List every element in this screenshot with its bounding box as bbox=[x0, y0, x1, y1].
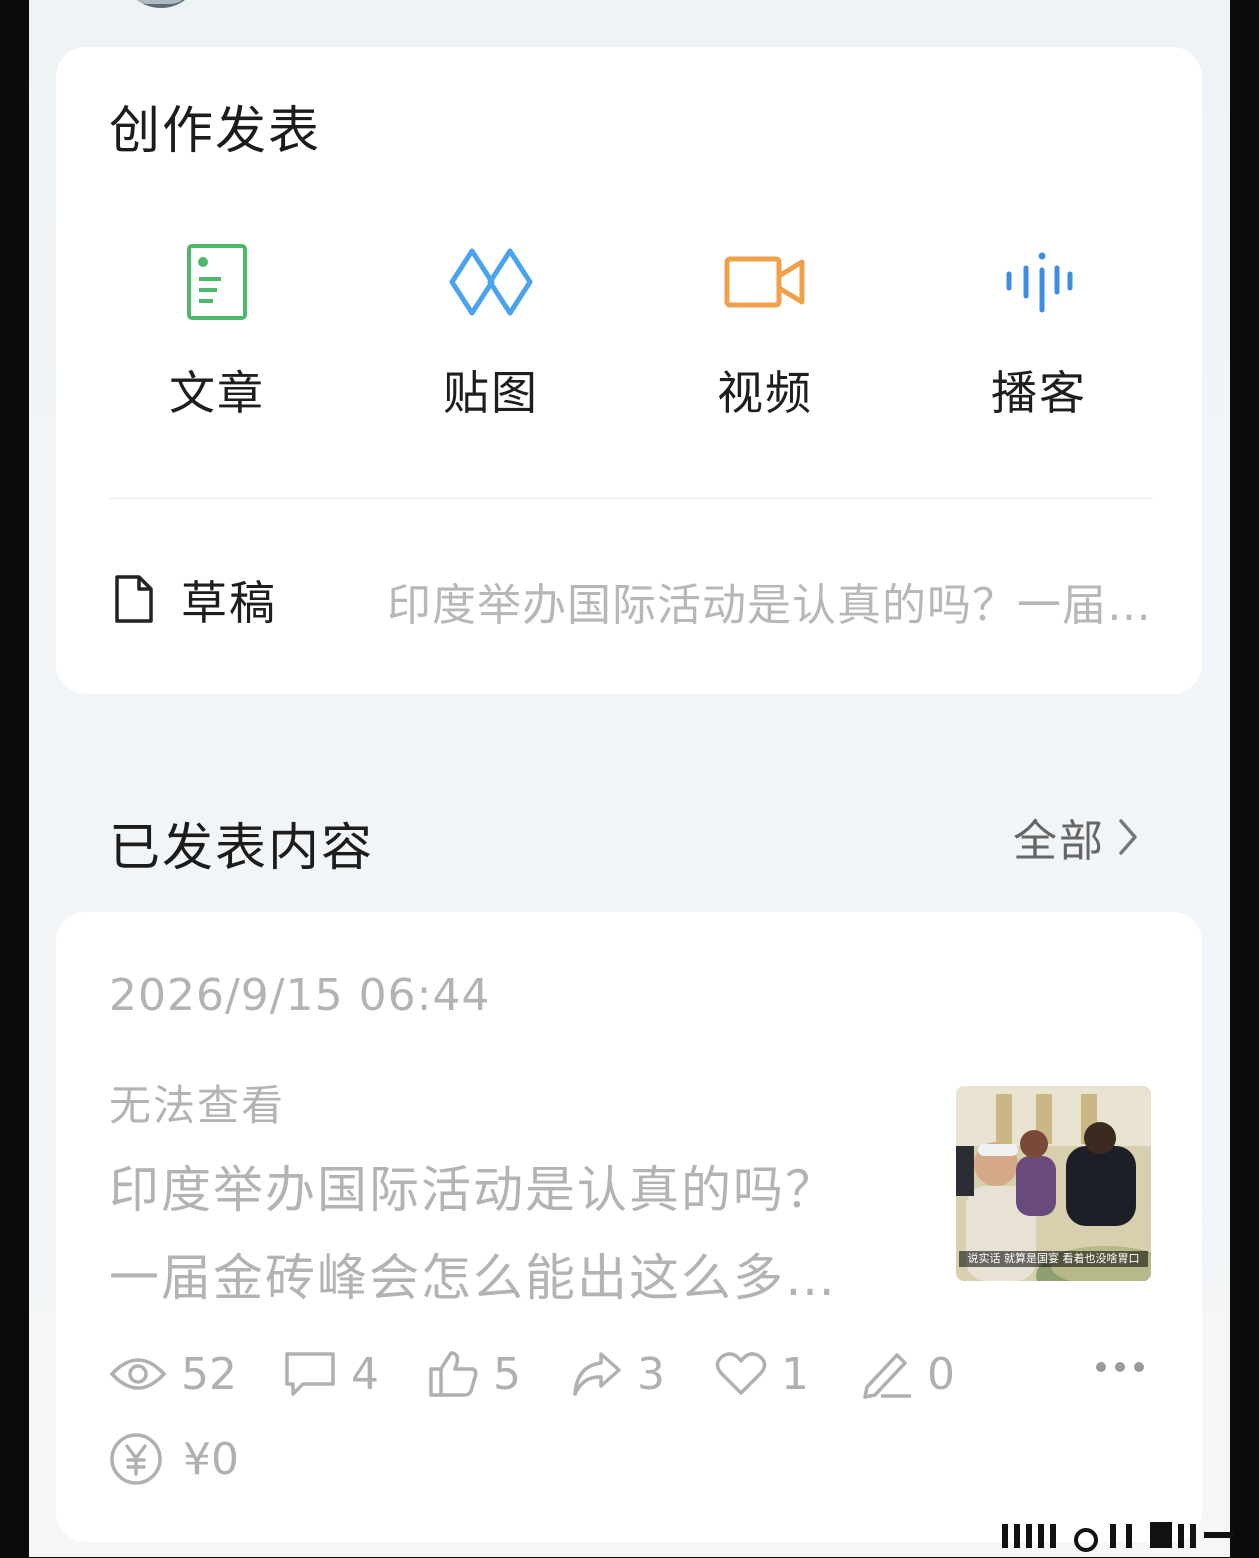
create-card: 创作发表 文章 贴图 视频 播客 草稿 印度举办国际活动是认真的吗？一届金 bbox=[56, 47, 1202, 694]
eye-icon bbox=[109, 1358, 167, 1390]
post-date: 2026/9/15 06:44 bbox=[109, 970, 491, 1021]
avatar[interactable] bbox=[121, 0, 201, 8]
podcast-icon bbox=[939, 237, 1139, 327]
image-post-icon bbox=[391, 237, 591, 327]
more-options-button[interactable] bbox=[1095, 1358, 1145, 1377]
comments-count: 4 bbox=[351, 1348, 379, 1400]
drafts-row[interactable]: 草稿 印度举办国际活动是认真的吗？一届金砖峰会怎么能出这么多… bbox=[109, 567, 1154, 631]
watermark-logo bbox=[1002, 1522, 1234, 1552]
article-label: 文章 bbox=[169, 366, 265, 420]
likes-count: 5 bbox=[493, 1348, 521, 1400]
podcast-label: 播客 bbox=[991, 366, 1087, 420]
podcast-button[interactable]: 播客 bbox=[939, 237, 1139, 423]
thumbnail-caption: 说实话 就算是国宴 看着也没啥胃口 bbox=[959, 1251, 1148, 1267]
edits-count: 0 bbox=[927, 1348, 955, 1400]
more-dots-icon bbox=[1096, 1362, 1144, 1372]
post-thumbnail[interactable]: 说实话 就算是国宴 看着也没啥胃口 bbox=[956, 1086, 1151, 1281]
shares-count: 3 bbox=[637, 1348, 665, 1400]
comments-stat[interactable]: 4 bbox=[283, 1344, 379, 1404]
likes-stat[interactable]: 5 bbox=[427, 1344, 521, 1404]
thumbs-up-icon bbox=[429, 1351, 478, 1397]
share-icon bbox=[573, 1352, 621, 1396]
divider bbox=[109, 498, 1153, 499]
favorites-stat[interactable]: 1 bbox=[715, 1344, 809, 1404]
video-camera-icon bbox=[665, 237, 865, 327]
app-screen: 创作发表 文章 贴图 视频 播客 草稿 印度举办国际活动是认真的吗？一届金 已发… bbox=[29, 0, 1230, 1557]
article-button[interactable]: 文章 bbox=[117, 237, 317, 423]
shares-stat[interactable]: 3 bbox=[571, 1344, 665, 1404]
favorites-count: 1 bbox=[781, 1348, 809, 1400]
video-button[interactable]: 视频 bbox=[665, 237, 865, 423]
view-all-label: 全部 bbox=[1013, 816, 1105, 867]
pen-icon bbox=[863, 1353, 911, 1399]
post-status: 无法查看 bbox=[109, 1081, 286, 1130]
published-section-title: 已发表内容 bbox=[109, 819, 375, 878]
income-stat[interactable]: ¥0 bbox=[109, 1429, 239, 1489]
edits-stat[interactable]: 0 bbox=[859, 1344, 955, 1404]
video-label: 视频 bbox=[717, 366, 813, 420]
article-icon bbox=[117, 237, 317, 327]
views-stat: 52 bbox=[109, 1344, 237, 1404]
post-stats: 52 4 5 3 1 0 bbox=[109, 1344, 1159, 1404]
post-card[interactable]: 2026/9/15 06:44 无法查看 印度举办国际活动是认真的吗？一届金砖峰… bbox=[56, 912, 1202, 1542]
income-amount: ¥0 bbox=[183, 1433, 239, 1485]
drafts-label: 草稿 bbox=[181, 576, 277, 630]
draft-preview: 印度举办国际活动是认真的吗？一届金砖峰会怎么能出这么多… bbox=[387, 580, 1151, 631]
heart-icon bbox=[715, 1352, 767, 1395]
create-section-title: 创作发表 bbox=[109, 102, 322, 161]
document-icon bbox=[113, 573, 155, 629]
post-title: 印度举办国际活动是认真的吗？一届金砖峰会怎么能出这么多… bbox=[109, 1161, 837, 1307]
comment-icon bbox=[285, 1352, 335, 1396]
views-count: 52 bbox=[181, 1348, 237, 1400]
image-post-label: 贴图 bbox=[443, 366, 539, 420]
chevron-right-icon bbox=[1119, 819, 1137, 855]
view-all-link[interactable]: 全部 bbox=[1013, 810, 1139, 867]
image-post-button[interactable]: 贴图 bbox=[391, 237, 591, 423]
yuan-coin-icon bbox=[110, 1433, 162, 1485]
